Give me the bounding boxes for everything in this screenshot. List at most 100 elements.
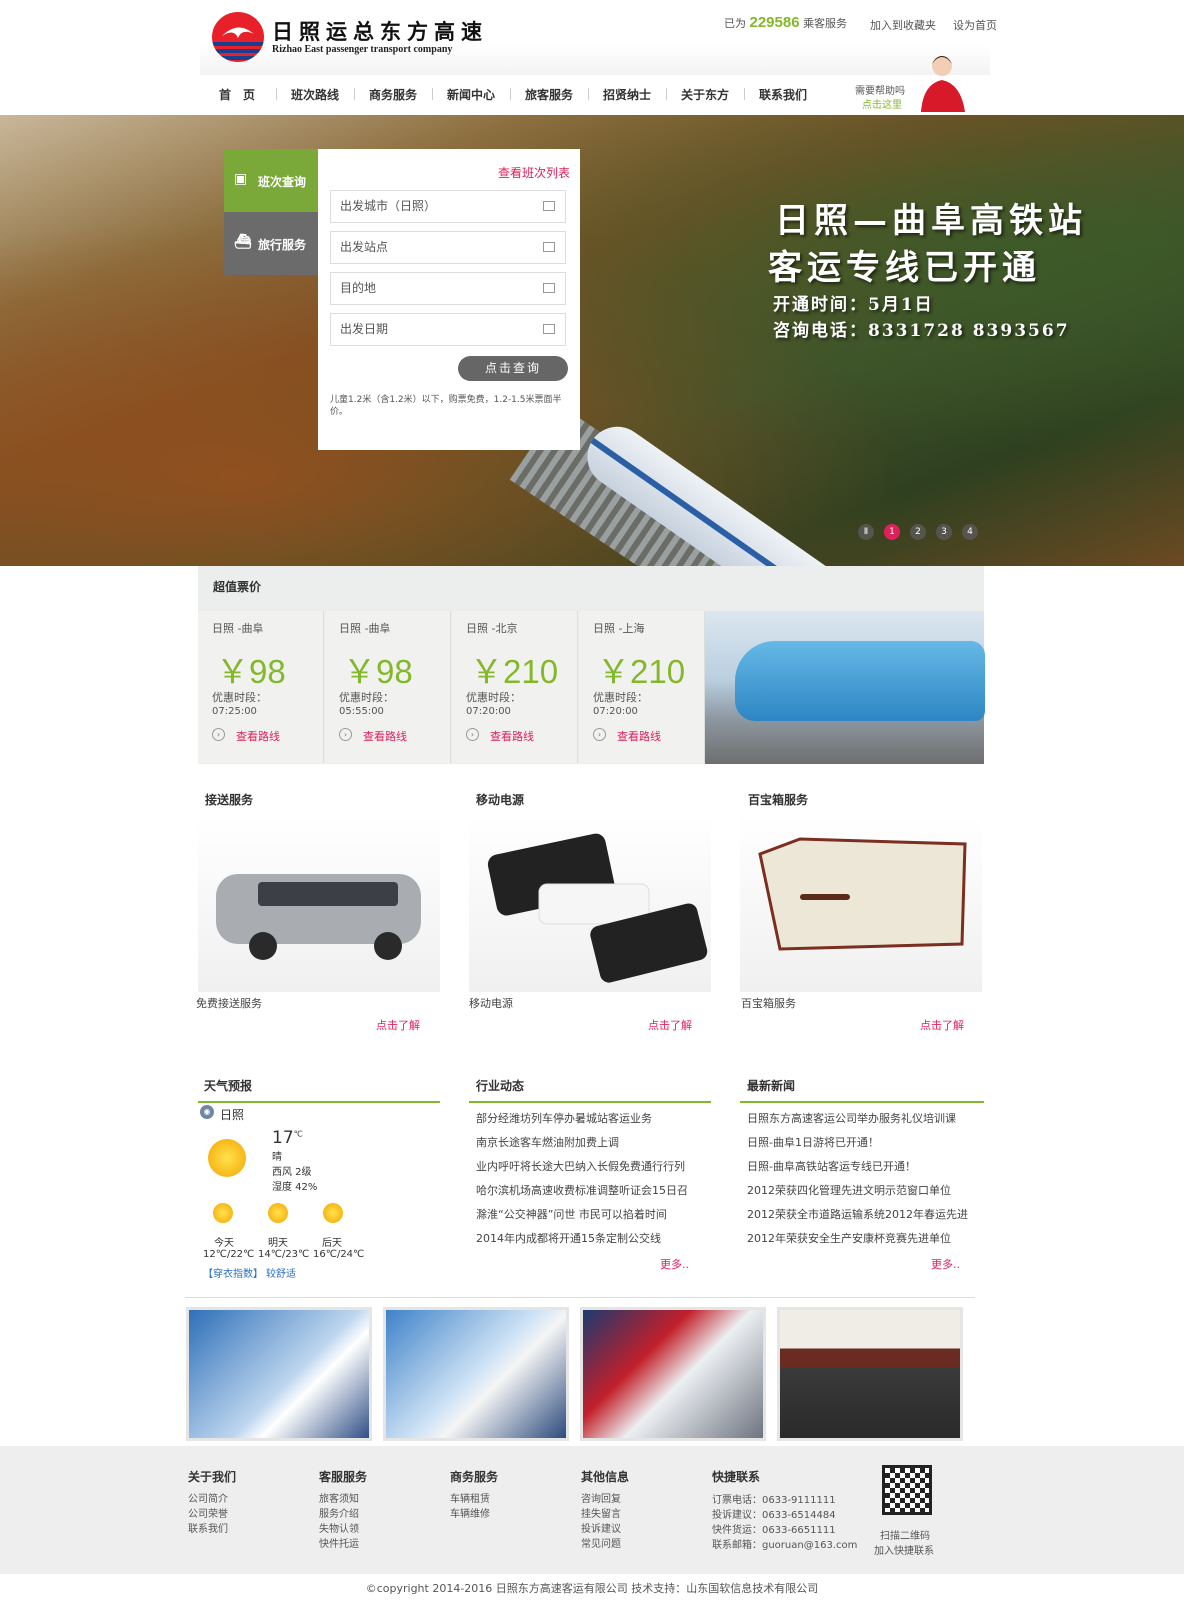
gallery-photo[interactable] <box>186 1307 372 1441</box>
footer-link[interactable]: 投诉建议 <box>581 1520 621 1535</box>
footer-link[interactable]: 公司荣誉 <box>188 1505 228 1520</box>
news-item[interactable]: 日照-曲阜1日游将已开通！ <box>747 1134 879 1150</box>
copyright: ©copyright 2014-2016 日照东方高速客运有限公司 技术支持：山… <box>365 1582 819 1595</box>
footer-link[interactable]: 挂失留言 <box>581 1505 621 1520</box>
destination-field[interactable]: 目的地 <box>330 272 566 305</box>
banner-pause-dot[interactable]: Ⅱ <box>858 524 874 540</box>
service-caption: 移动电源 <box>469 997 513 1010</box>
service-caption: 免费接送服务 <box>196 997 262 1010</box>
footer-col-title: 快捷联系 <box>712 1470 761 1484</box>
sunny-icon <box>323 1203 343 1223</box>
footer-col-title: 其他信息 <box>581 1470 630 1484</box>
news-item[interactable]: 南京长途客车燃油附加费上调 <box>476 1134 619 1150</box>
nav-contact[interactable]: 联系我们 <box>759 86 807 103</box>
departure-city-field[interactable]: 出发城市（日照） <box>330 190 566 223</box>
banner-dot-2[interactable]: 2 <box>910 524 926 540</box>
banner-dot-4[interactable]: 4 <box>962 524 978 540</box>
departure-station-field[interactable]: 出发站点 <box>330 231 566 264</box>
news-item[interactable]: 滁淮“公交神器”问世 市民可以掐着时间 <box>476 1206 667 1222</box>
nav-passenger[interactable]: 旅客服务 <box>525 86 573 103</box>
service-title: 移动电源 <box>476 793 525 807</box>
learn-more-link[interactable]: 点击了解 <box>648 1017 692 1033</box>
industry-news-list: 部分经潍坊列车停办暑城站客运业务 南京长途客车燃油附加费上调 业内呼吁将长途大巴… <box>476 1110 716 1260</box>
deal-time: 07:25:00 <box>212 706 257 717</box>
news-item[interactable]: 2012荣获全市道路运输系统2012年春运先进 <box>747 1206 968 1222</box>
nav-jobs[interactable]: 招贤纳士 <box>603 86 651 103</box>
footer-link[interactable]: 车辆租赁 <box>450 1490 490 1505</box>
learn-more-link[interactable]: 点击了解 <box>920 1017 964 1033</box>
news-item[interactable]: 日照-曲阜高铁站客运专线已开通！ <box>747 1158 916 1174</box>
latest-news-list: 日照东方高速客运公司举办服务礼仪培训课 日照-曲阜1日游将已开通！ 日照-曲阜高… <box>747 1110 987 1260</box>
schedule-list-link[interactable]: 查看班次列表 <box>498 164 570 181</box>
footer-link[interactable]: 服务介绍 <box>319 1505 359 1520</box>
city-picker-icon <box>543 201 555 211</box>
qr-code-icon[interactable] <box>882 1465 932 1515</box>
forecast-range: 14℃/23℃ <box>258 1249 310 1260</box>
banner-dot-1[interactable]: 1 <box>884 524 900 540</box>
more-latest-link[interactable]: 更多.. <box>931 1256 960 1272</box>
footer-link[interactable]: 车辆维修 <box>450 1505 490 1520</box>
nav-home[interactable]: 首 页 <box>219 86 255 103</box>
deal-price: ￥98 <box>216 653 286 690</box>
news-item[interactable]: 2012年荣获安全生产安康杯竞赛先进单位 <box>747 1230 951 1246</box>
search-tabs: ▣ 班次查询 ⛴ 旅行服务 <box>224 149 318 275</box>
news-item[interactable]: 部分经潍坊列车停办暑城站客运业务 <box>476 1110 652 1126</box>
weather-title: 天气预报 <box>204 1079 253 1093</box>
forecast-range: 16℃/24℃ <box>313 1249 365 1260</box>
view-route-link[interactable]: 查看路线 <box>363 728 407 744</box>
add-favorite-link[interactable]: 加入到收藏夹 <box>870 17 936 33</box>
footer-col-title: 客服服务 <box>319 1470 368 1484</box>
power-bank-image[interactable] <box>469 814 711 992</box>
footer-link[interactable]: 快件托运 <box>319 1535 359 1550</box>
gallery-photo[interactable] <box>383 1307 569 1441</box>
nav-divider <box>510 88 511 100</box>
footer-link[interactable]: 咨询回复 <box>581 1490 621 1505</box>
view-route-link[interactable]: 查看路线 <box>236 728 280 744</box>
news-item[interactable]: 日照东方高速客运公司举办服务礼仪培训课 <box>747 1110 956 1126</box>
search-icon[interactable]: ◉ <box>200 1105 214 1119</box>
industry-news-title: 行业动态 <box>476 1079 525 1093</box>
clothing-index-label[interactable]: 【穿衣指数】 <box>203 1265 263 1280</box>
forecast-day: 后天 <box>322 1238 342 1249</box>
nav-about[interactable]: 关于东方 <box>681 86 729 103</box>
storage-box-image[interactable] <box>740 814 982 992</box>
section-underline <box>469 1101 711 1103</box>
logo-english: Rizhao East passenger transport company <box>272 44 453 55</box>
footer-link[interactable]: 失物认领 <box>319 1520 359 1535</box>
tab-travel-service[interactable]: ⛴ 旅行服务 <box>224 212 318 275</box>
news-item[interactable]: 2014年内成都将开通15条定制公交线 <box>476 1230 661 1246</box>
footer-link[interactable]: 旅客须知 <box>319 1490 359 1505</box>
service-title: 百宝箱服务 <box>748 793 809 807</box>
view-route-link[interactable]: 查看路线 <box>490 728 534 744</box>
footer-link[interactable]: 联系我们 <box>188 1520 228 1535</box>
set-homepage-link[interactable]: 设为首页 <box>953 17 997 33</box>
nav-routes[interactable]: 班次路线 <box>291 86 339 103</box>
qr-caption: 扫描二维码 <box>880 1531 930 1542</box>
nav-business[interactable]: 商务服务 <box>369 86 417 103</box>
view-route-link[interactable]: 查看路线 <box>617 728 661 744</box>
nav-news[interactable]: 新闻中心 <box>447 86 495 103</box>
gallery-photo[interactable] <box>777 1307 963 1441</box>
search-button[interactable]: 点击查询 <box>458 356 568 381</box>
footer-email-link[interactable]: 联系邮箱：guoruan@163.com <box>712 1536 857 1551</box>
news-item[interactable]: 哈尔滨机场高速收费标准调整听证会15日召 <box>476 1182 688 1198</box>
deal-route: 日照 -北京 <box>466 622 518 635</box>
footer-link[interactable]: 常见问题 <box>581 1535 621 1550</box>
deal-card: 日照 -曲阜 ￥98 优惠时段： 07:25:00 › 查看路线 <box>198 611 324 763</box>
banner-open-date: 开通时间：5月1日 <box>773 295 934 315</box>
learn-more-link[interactable]: 点击了解 <box>376 1017 420 1033</box>
news-item[interactable]: 业内呼吁将长途大巴纳入长假免费通行行列 <box>476 1158 685 1174</box>
footer-link[interactable]: 公司简介 <box>188 1490 228 1505</box>
logo-icon[interactable] <box>212 12 264 62</box>
shuttle-van-image[interactable] <box>198 814 440 992</box>
weather-wind: 西风 2级 <box>272 1167 312 1178</box>
help-link[interactable]: 点击这里 <box>862 96 902 111</box>
banner-phone: 咨询电话：8331728 8393567 <box>773 321 1070 341</box>
more-industry-link[interactable]: 更多.. <box>660 1256 689 1272</box>
gallery-photo[interactable] <box>580 1307 766 1441</box>
banner-dot-3[interactable]: 3 <box>936 524 952 540</box>
tab-schedule-query[interactable]: ▣ 班次查询 <box>224 149 318 212</box>
news-item[interactable]: 2012荣获四化管理先进文明示范窗口单位 <box>747 1182 951 1198</box>
sunny-icon <box>213 1203 233 1223</box>
departure-date-field[interactable]: 出发日期 <box>330 313 566 346</box>
